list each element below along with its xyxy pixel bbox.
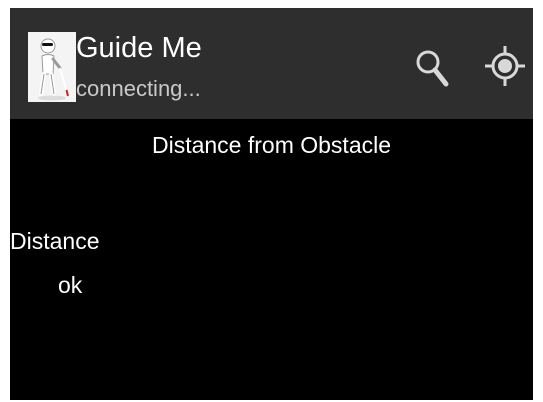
app-screen: Guide Me connecting... Distance from Obs…	[10, 8, 533, 400]
connection-status: connecting...	[76, 76, 201, 101]
blind-person-with-cane-icon	[38, 38, 69, 101]
action-bar: Guide Me connecting...	[10, 8, 533, 119]
distance-value: ok	[58, 272, 83, 298]
page-heading: Distance from Obstacle	[151, 132, 392, 158]
location-target-icon	[485, 46, 525, 86]
location-button[interactable]	[485, 46, 525, 86]
distance-label: Distance	[10, 228, 100, 254]
search-icon	[416, 50, 449, 87]
app-icon[interactable]	[28, 32, 76, 102]
app-title: Guide Me	[76, 32, 202, 64]
search-button[interactable]	[414, 48, 450, 88]
